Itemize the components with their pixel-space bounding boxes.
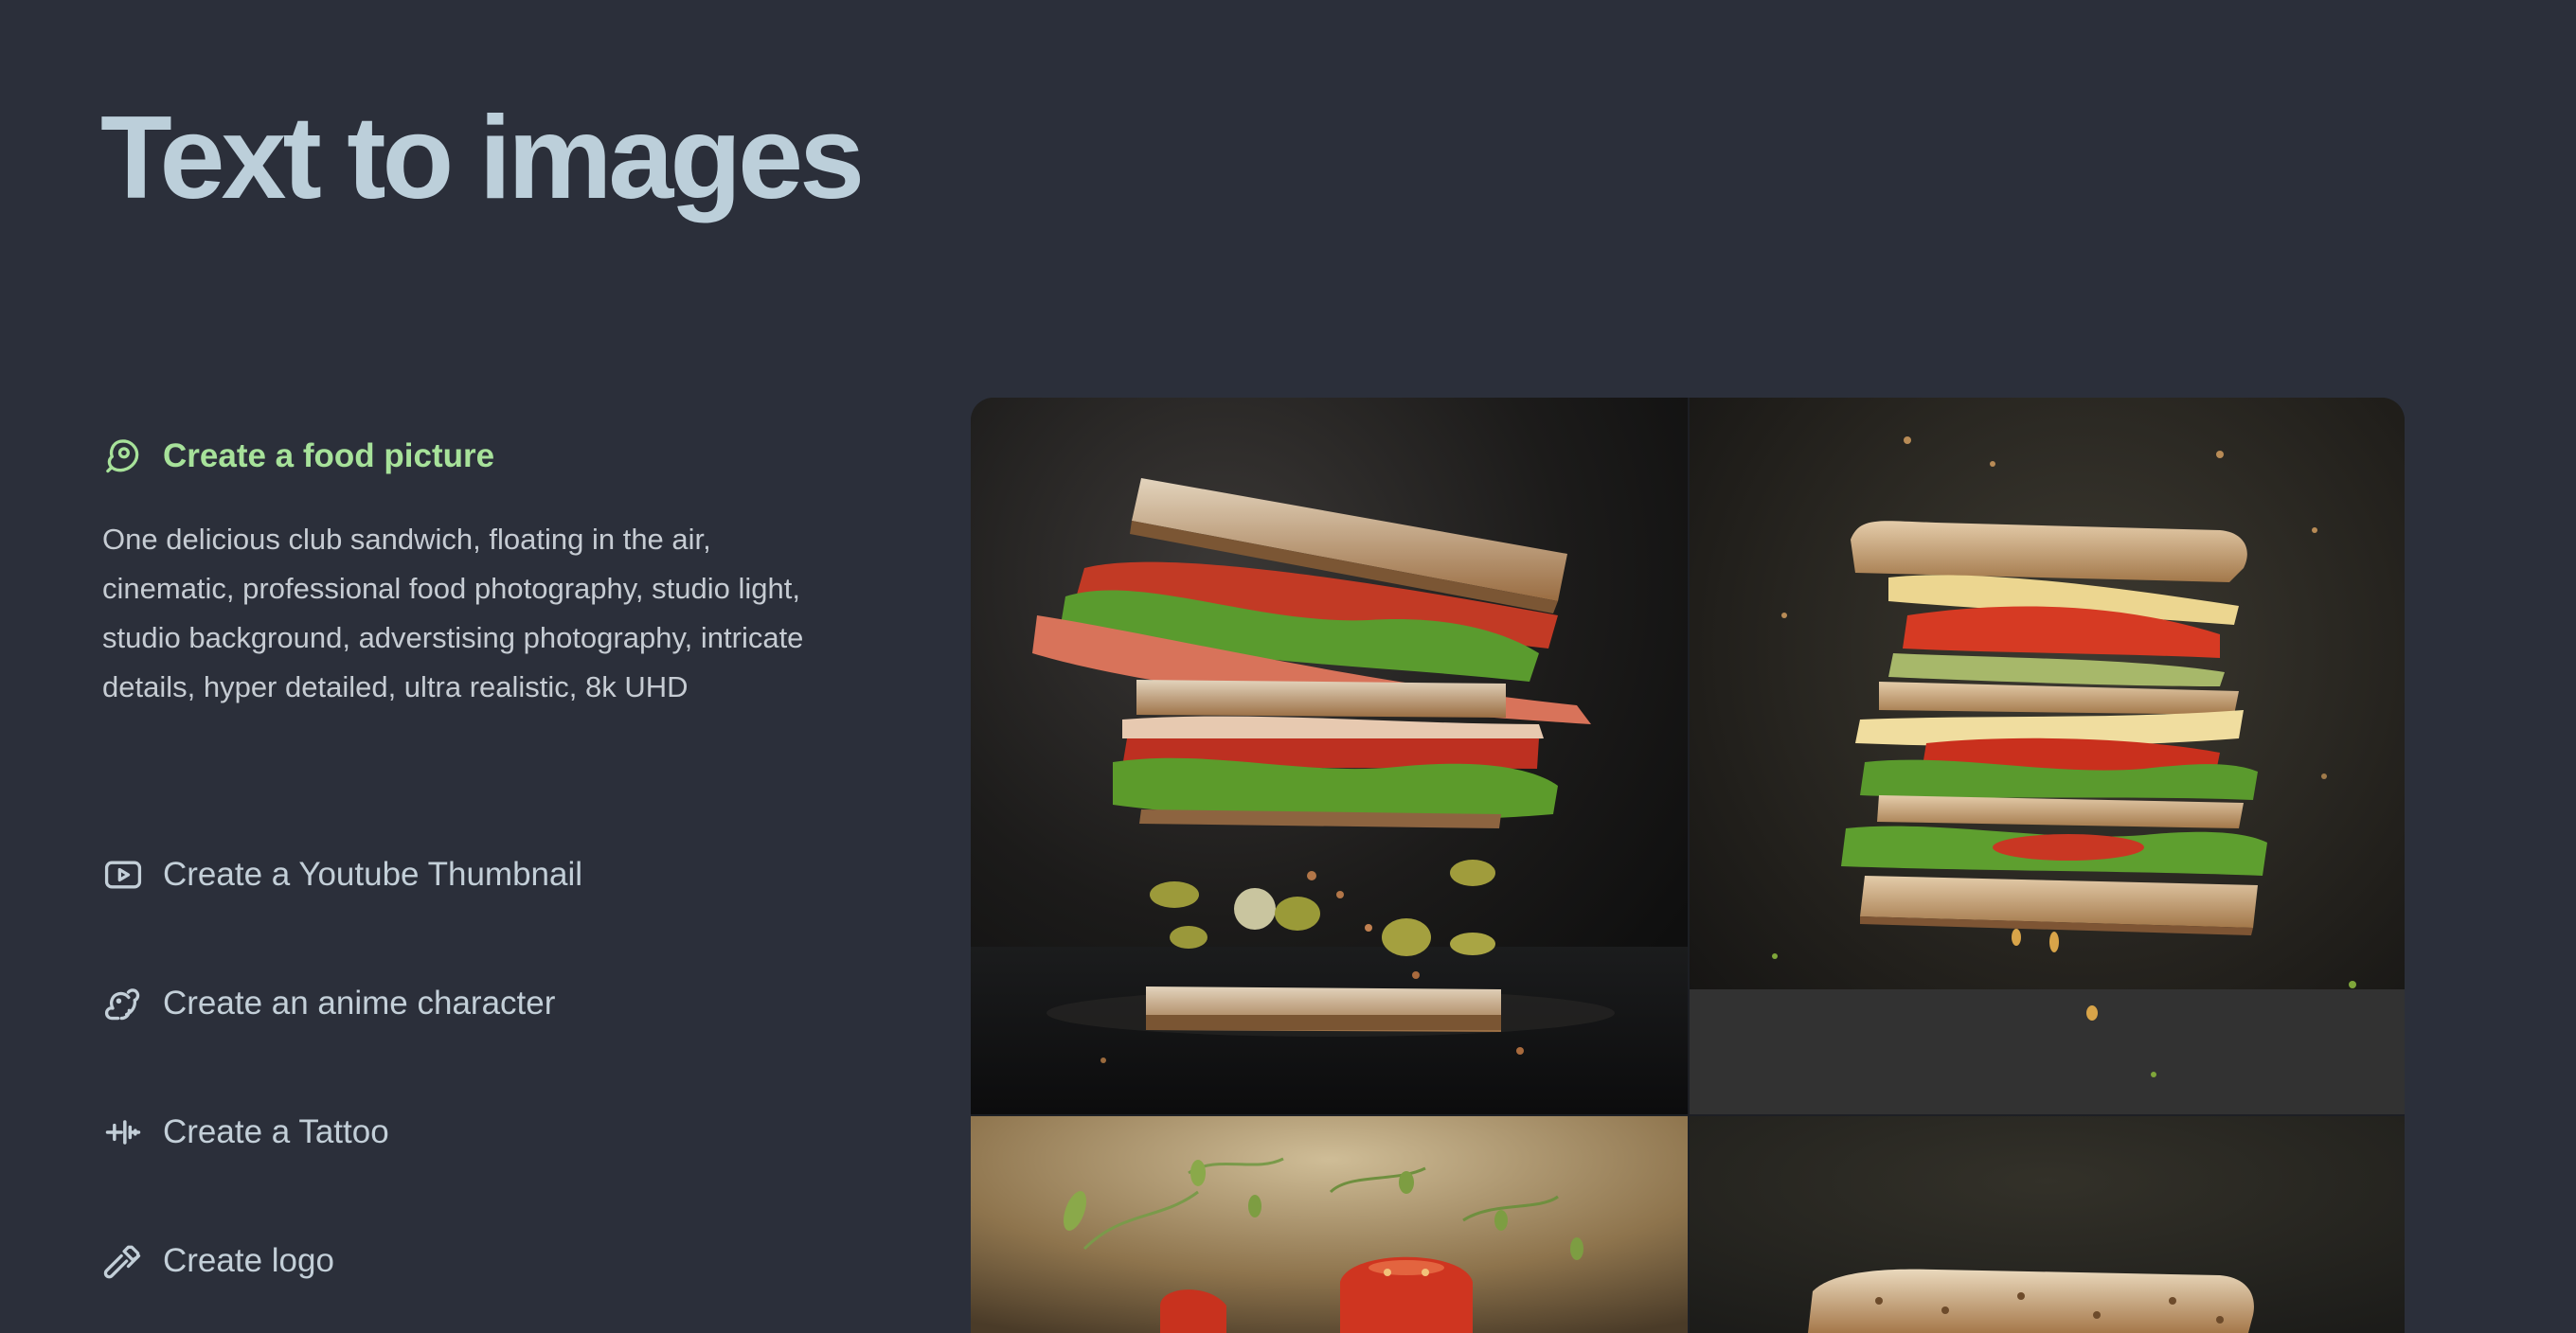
option-food-picture[interactable]: Create a food picture <box>102 435 822 477</box>
hammer-icon <box>102 1240 144 1282</box>
option-tattoo-label: Create a Tattoo <box>163 1113 389 1150</box>
page-title: Text to images <box>100 93 865 223</box>
option-youtube-label: Create a Youtube Thumbnail <box>163 856 583 893</box>
gallery-image-sandwich-1[interactable] <box>971 398 1688 1114</box>
gallery-image-sandwich-2[interactable] <box>1690 398 2405 1114</box>
option-logo[interactable]: Create logo <box>102 1240 334 1282</box>
option-logo-label: Create logo <box>163 1242 334 1279</box>
option-food-label: Create a food picture <box>163 437 495 474</box>
gallery-image-tomatoes[interactable] <box>971 1116 1688 1333</box>
option-tattoo[interactable]: Create a Tattoo <box>102 1111 389 1153</box>
squirrel-icon <box>102 983 144 1024</box>
option-anime-label: Create an anime character <box>163 985 556 1022</box>
image-gallery <box>971 398 2405 1333</box>
gallery-image-toast[interactable] <box>1690 1116 2405 1333</box>
youtube-icon <box>102 854 144 896</box>
food-prompt-description: One delicious club sandwich, floating in… <box>102 523 804 703</box>
option-youtube-thumbnail[interactable]: Create a Youtube Thumbnail <box>102 854 582 896</box>
ham-icon <box>102 435 144 477</box>
tattoo-machine-icon <box>102 1111 144 1153</box>
option-anime-character[interactable]: Create an anime character <box>102 983 555 1024</box>
prompt-options-list: Create a food picture One delicious club… <box>102 435 822 1279</box>
